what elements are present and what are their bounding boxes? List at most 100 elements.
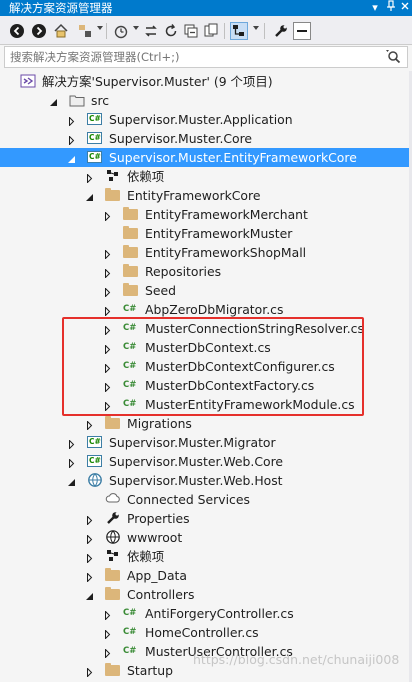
expanded-arrow-icon[interactable]: [67, 153, 76, 163]
show-all-files-button[interactable]: [202, 22, 220, 40]
forward-button[interactable]: [30, 22, 48, 40]
collapsed-arrow-icon[interactable]: [103, 647, 112, 659]
tree-row[interactable]: EntityFrameworkMerchant: [0, 205, 412, 224]
tree-row[interactable]: C# Supervisor.Muster.EntityFrameworkCore: [0, 148, 412, 167]
tree-row-label: Connected Services: [127, 492, 250, 507]
properties-wrench-icon[interactable]: [272, 22, 290, 40]
collapsed-arrow-icon[interactable]: [103, 267, 112, 279]
expanded-arrow-icon[interactable]: [49, 96, 58, 106]
tree-row[interactable]: Repositories: [0, 262, 412, 281]
tree-row[interactable]: 解决方案'Supervisor.Muster' (9 个项目): [0, 72, 412, 91]
collapsed-arrow-icon[interactable]: [103, 286, 112, 298]
tree-row-label: Properties: [127, 511, 190, 526]
tree-row-label: EntityFrameworkMerchant: [145, 207, 308, 222]
web-project-icon: [87, 472, 103, 488]
solution-folder-icon: [69, 92, 85, 108]
tree-row[interactable]: C# Supervisor.Muster.Application: [0, 110, 412, 129]
collapsed-arrow-icon[interactable]: [85, 514, 94, 526]
collapsed-arrow-icon[interactable]: [103, 305, 112, 317]
tree-row[interactable]: Properties: [0, 509, 412, 528]
tree-row[interactable]: C# Supervisor.Muster.Core: [0, 129, 412, 148]
tree-row-label: EntityFrameworkShopMall: [145, 245, 307, 260]
folder-icon: [105, 587, 120, 600]
toolbar-separator: [264, 23, 265, 39]
collapsed-arrow-icon[interactable]: [103, 248, 112, 260]
collapsed-arrow-icon[interactable]: [85, 419, 94, 431]
tree-row[interactable]: Connected Services: [0, 490, 412, 509]
tree-row[interactable]: 依赖项: [0, 167, 412, 186]
chevron-down-icon[interactable]: [133, 26, 139, 30]
search-icon[interactable]: [386, 50, 402, 64]
collapsed-arrow-icon[interactable]: [85, 172, 94, 184]
close-icon[interactable]: [398, 0, 412, 16]
tree-row[interactable]: C# Supervisor.Muster.Web.Core: [0, 452, 412, 471]
tree-row[interactable]: App_Data: [0, 566, 412, 585]
folder-icon: [123, 226, 138, 239]
tree-row-label: 依赖项: [127, 169, 165, 184]
tree-row[interactable]: wwwroot: [0, 528, 412, 547]
collapsed-arrow-icon[interactable]: [103, 210, 112, 222]
expanded-arrow-icon[interactable]: [85, 191, 94, 201]
collapsed-arrow-icon[interactable]: [85, 533, 94, 545]
csproj-icon: C#: [87, 455, 102, 467]
tree-row[interactable]: C# HomeController.cs: [0, 623, 412, 642]
csproj-icon: C#: [87, 436, 102, 448]
home-button[interactable]: [52, 22, 70, 40]
tree-row-label: Supervisor.Muster.Migrator: [109, 435, 276, 450]
tree-row[interactable]: Controllers: [0, 585, 412, 604]
folder-icon: [105, 416, 120, 429]
switch-views-button[interactable]: [76, 22, 94, 40]
expanded-arrow-icon[interactable]: [85, 590, 94, 600]
preview-pane-button[interactable]: [293, 22, 311, 40]
solution-icon: [20, 73, 36, 89]
pending-changes-filter-button[interactable]: [112, 22, 130, 40]
tree-row[interactable]: C# Supervisor.Muster.Migrator: [0, 433, 412, 452]
csharp-file-icon: C#: [123, 304, 137, 314]
tree-row-label: AntiForgeryController.cs: [145, 606, 294, 621]
collapsed-arrow-icon[interactable]: [85, 666, 94, 678]
collapsed-arrow-icon[interactable]: [103, 628, 112, 640]
collapsed-arrow-icon[interactable]: [67, 115, 76, 127]
collapsed-arrow-icon[interactable]: [67, 457, 76, 469]
tree-row-label: Startup: [127, 663, 173, 678]
csharp-file-icon: C#: [123, 608, 137, 618]
tree-row-label: App_Data: [127, 568, 187, 583]
tree-row-label: Controllers: [127, 587, 195, 602]
collapsed-arrow-icon[interactable]: [67, 438, 76, 450]
collapsed-arrow-icon[interactable]: [67, 134, 76, 146]
tree-row[interactable]: Migrations: [0, 414, 412, 433]
tree-row[interactable]: 依赖项: [0, 547, 412, 566]
expanded-arrow-icon[interactable]: [67, 476, 76, 486]
pin-icon[interactable]: [384, 0, 398, 16]
back-button[interactable]: [8, 22, 26, 40]
csproj-icon: C#: [87, 113, 102, 125]
refresh-button[interactable]: [162, 22, 180, 40]
search-input[interactable]: [10, 49, 380, 65]
folder-icon: [105, 663, 120, 676]
tree-row[interactable]: EntityFrameworkMuster: [0, 224, 412, 243]
tree-row[interactable]: Supervisor.Muster.Web.Host: [0, 471, 412, 490]
collapsed-arrow-icon[interactable]: [85, 571, 94, 583]
preview-selected-items-button[interactable]: [230, 22, 248, 40]
tree-row[interactable]: EntityFrameworkShopMall: [0, 243, 412, 262]
dependencies-icon: [105, 168, 121, 184]
solution-explorer-search[interactable]: [4, 46, 408, 68]
tree-row[interactable]: C# AntiForgeryController.cs: [0, 604, 412, 623]
chevron-down-icon[interactable]: [97, 26, 103, 30]
highlight-annotation-box: [62, 317, 364, 416]
sync-with-active-document-button[interactable]: [142, 22, 160, 40]
collapsed-arrow-icon[interactable]: [103, 609, 112, 621]
collapsed-arrow-icon[interactable]: [85, 552, 94, 564]
tree-row-label: HomeController.cs: [145, 625, 259, 640]
csharp-file-icon: C#: [123, 646, 137, 656]
chevron-down-icon[interactable]: [253, 26, 259, 30]
window-position-dropdown[interactable]: ▾: [368, 0, 382, 16]
tree-row[interactable]: src: [0, 91, 412, 110]
tree-row-label: wwwroot: [127, 530, 183, 545]
folder-icon: [123, 283, 138, 296]
collapse-all-button[interactable]: [182, 22, 200, 40]
tree-row[interactable]: EntityFrameworkCore: [0, 186, 412, 205]
solution-explorer-toolbar: [0, 16, 412, 45]
tree-row-label: Repositories: [145, 264, 222, 279]
tree-row[interactable]: Seed: [0, 281, 412, 300]
